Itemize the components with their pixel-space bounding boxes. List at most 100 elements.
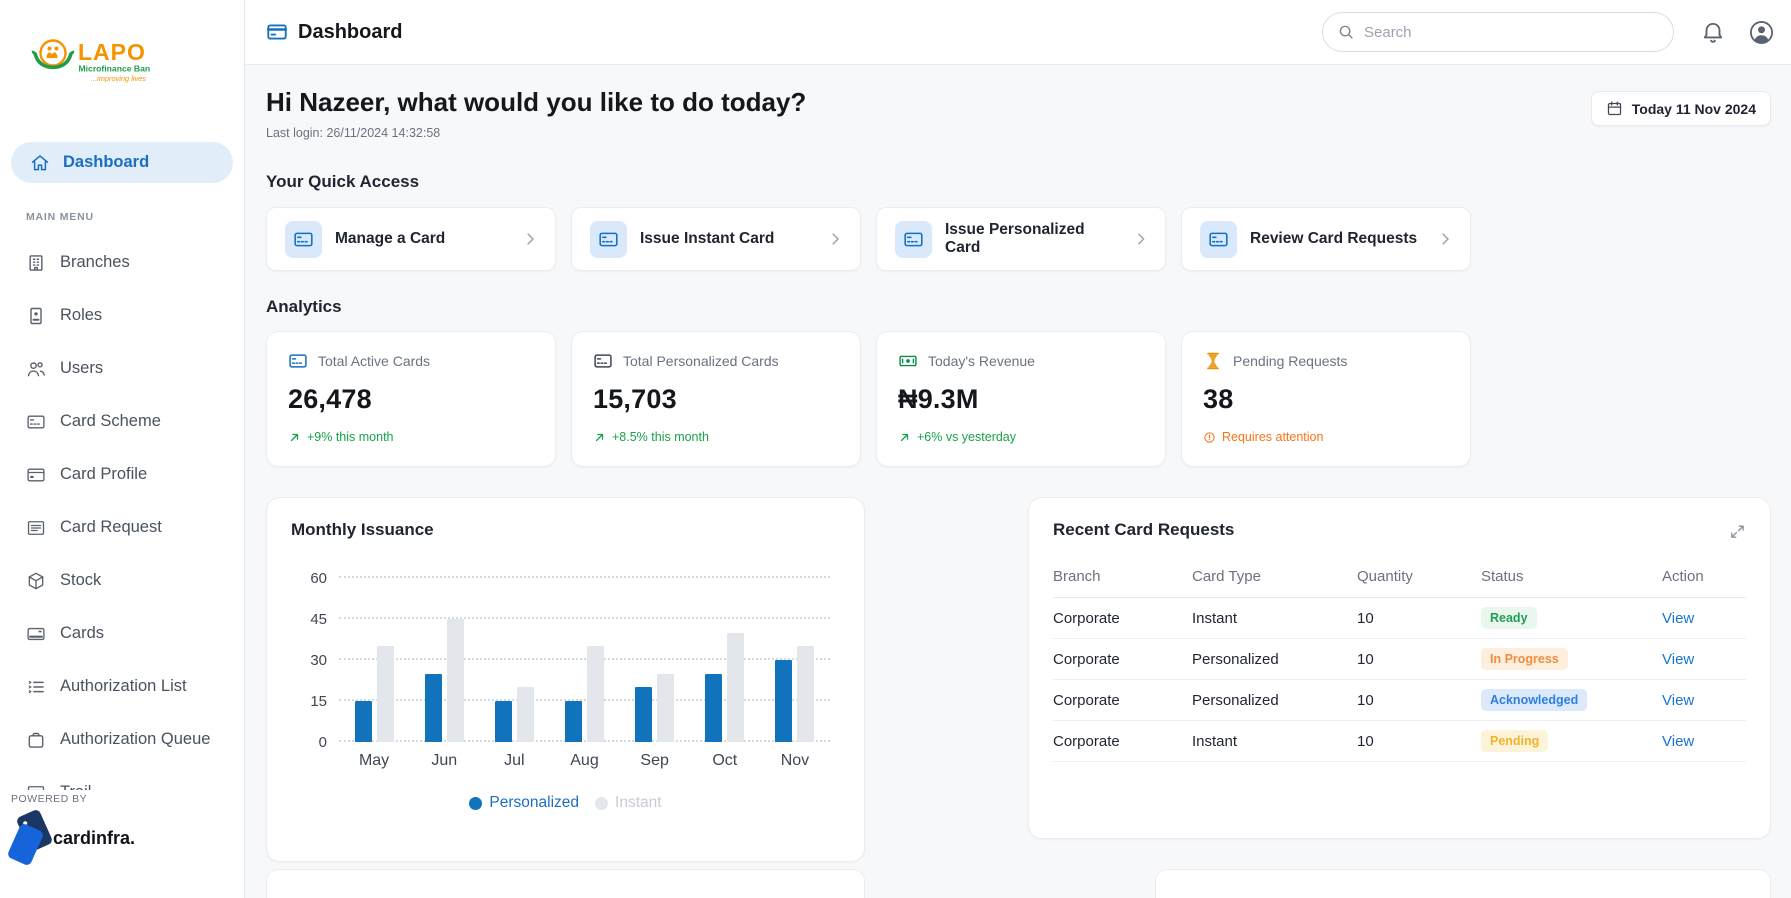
- legend-dot: [595, 796, 609, 810]
- y-tick-label: 60: [310, 570, 327, 587]
- arrow-up-right-icon: [288, 431, 301, 444]
- analytics-card-total-active-cards: Total Active Cards 26,478 +9% this month: [266, 331, 556, 467]
- banknote-icon: [898, 351, 918, 371]
- chart-x-axis: May Jun Jul Aug Sep Oct Nov: [339, 752, 830, 770]
- search-bar: [1322, 12, 1674, 52]
- greeting-title: Hi Nazeer, what would you like to do tod…: [266, 87, 807, 117]
- stock-icon: [26, 571, 46, 591]
- sidebar-item-authorization-queue[interactable]: Authorization Queue: [0, 713, 244, 766]
- quick-access-review-card-requests[interactable]: Review Card Requests: [1181, 207, 1471, 271]
- sidebar-item-cards[interactable]: Cards: [0, 607, 244, 660]
- legend-item-instant[interactable]: Instant: [595, 794, 662, 812]
- cell-action: View: [1662, 679, 1746, 721]
- quick-access-icon-box: [1200, 220, 1237, 258]
- building-icon: [26, 253, 46, 273]
- users-icon: [26, 359, 46, 379]
- page-title: Dashboard: [266, 21, 402, 44]
- sidebar-item-authorization-list[interactable]: Authorization List: [0, 660, 244, 713]
- sidebar-item-card-profile[interactable]: Card Profile: [0, 448, 244, 501]
- bell-icon[interactable]: [1700, 19, 1726, 45]
- analytics-card-header: Pending Requests: [1203, 351, 1449, 371]
- bar-personalized-sep: [635, 687, 653, 742]
- page-title-text: Dashboard: [298, 20, 403, 43]
- bar-instant-jul: [516, 687, 534, 742]
- column-header-quantity: Quantity: [1357, 558, 1481, 598]
- sidebar: LAPO Microfinance Bank ...improving live…: [0, 0, 245, 898]
- analytics-card-header: Total Active Cards: [288, 351, 534, 371]
- column-header-action: Action: [1662, 558, 1746, 598]
- legend-item-personalized[interactable]: Personalized: [469, 794, 579, 812]
- column-header-card-type: Card Type: [1192, 558, 1357, 598]
- view-link[interactable]: View: [1662, 733, 1694, 750]
- x-tick-label: Sep: [640, 752, 669, 769]
- sidebar-item-label: Roles: [60, 306, 103, 324]
- sidebar-item-label: Cards: [60, 624, 105, 642]
- status-badge: Acknowledged: [1481, 689, 1588, 711]
- bar-group-may: [339, 578, 409, 742]
- card-blue-icon: [288, 351, 308, 371]
- analytics-card-label: Total Personalized Cards: [623, 353, 779, 369]
- cell-status: Acknowledged: [1481, 679, 1662, 721]
- bar-instant-nov: [797, 646, 815, 742]
- avatar-icon[interactable]: [1748, 19, 1775, 46]
- table-title: Recent Card Requests: [1053, 520, 1235, 539]
- sidebar-item-stock[interactable]: Stock: [0, 554, 244, 607]
- quick-access-issue-instant-card[interactable]: Issue Instant Card: [571, 207, 861, 271]
- powered-by-label: POWERED BY: [11, 793, 88, 805]
- view-link[interactable]: View: [1662, 610, 1694, 627]
- view-link[interactable]: View: [1662, 692, 1694, 709]
- card-dark-icon: [593, 351, 613, 371]
- sidebar-item-card-scheme[interactable]: Card Scheme: [0, 395, 244, 448]
- y-tick-label: 30: [310, 652, 327, 669]
- quick-access-manage-a-card[interactable]: Manage a Card: [266, 207, 556, 271]
- auth-queue-icon: [26, 730, 46, 750]
- home-icon: [30, 153, 50, 173]
- sidebar-item-users[interactable]: Users: [0, 342, 244, 395]
- quick-access-label: Review Card Requests: [1250, 230, 1418, 247]
- quick-access-issue-personalized-card[interactable]: Issue Personalized Card: [876, 207, 1166, 271]
- bars-layer: [339, 578, 830, 742]
- quick-access-label: Issue Instant Card: [640, 230, 775, 247]
- bar-chart: 0 15 30 45 60: [291, 570, 840, 751]
- table-row: Corporate Personalized 10 In Progress View: [1053, 638, 1746, 680]
- bar-group-nov: [760, 578, 830, 742]
- cell-action: View: [1662, 638, 1746, 680]
- sidebar-item-label: Stock: [60, 571, 102, 589]
- x-tick-label: Jul: [504, 752, 525, 769]
- quick-access-icon-box: [285, 220, 322, 258]
- quick-access-label: Issue Personalized Card: [945, 221, 1085, 256]
- cell-status: In Progress: [1481, 638, 1662, 680]
- bar-personalized-jun: [424, 673, 442, 742]
- view-link[interactable]: View: [1662, 651, 1694, 668]
- sidebar-item-dashboard[interactable]: Dashboard: [11, 142, 233, 183]
- analytics-heading: Analytics: [266, 297, 342, 316]
- sidebar-item-roles[interactable]: Roles: [0, 289, 244, 342]
- main-area: Dashboard Hi Nazeer, what would you like…: [245, 0, 1791, 898]
- cell-quantity: 10: [1357, 597, 1481, 639]
- arrow-up-right-icon: [898, 431, 911, 444]
- quick-access-row: Manage a Card Issue Instant Card Issue Per…: [266, 207, 1472, 271]
- date-badge[interactable]: Today 11 Nov 2024: [1590, 91, 1771, 126]
- expand-icon[interactable]: [1729, 523, 1746, 540]
- column-header-branch: Branch: [1053, 558, 1192, 598]
- sidebar-item-label: Branches: [60, 253, 130, 271]
- last-login-text: Last login: 26/11/2024 14:32:58: [266, 126, 441, 140]
- sidebar-item-branches[interactable]: Branches: [0, 236, 244, 289]
- sidebar-item-card-request[interactable]: Card Request: [0, 501, 244, 554]
- lapo-logo: LAPO Microfinance Bank ...improving live…: [28, 34, 155, 95]
- cardinfra-wordmark: cardinfra.: [53, 827, 136, 848]
- cell-branch: Corporate: [1053, 720, 1192, 762]
- hourglass-icon: [1203, 351, 1223, 371]
- cell-status: Ready: [1481, 597, 1662, 639]
- search-input[interactable]: [1364, 23, 1659, 41]
- chevron-right-icon: [1132, 230, 1149, 248]
- analytics-card-value: 26,478: [288, 384, 372, 414]
- status-badge: Ready: [1481, 607, 1537, 629]
- qa-card-icon: [1208, 229, 1229, 250]
- quick-access-icon-box: [895, 220, 932, 258]
- quick-access-icon-box: [590, 220, 627, 258]
- sidebar-item-label: Card Scheme: [60, 412, 161, 430]
- analytics-trend-text: +6% vs yesterday: [917, 430, 1017, 444]
- status-badge: Pending: [1481, 730, 1549, 752]
- arrow-up-right-icon: [593, 431, 606, 444]
